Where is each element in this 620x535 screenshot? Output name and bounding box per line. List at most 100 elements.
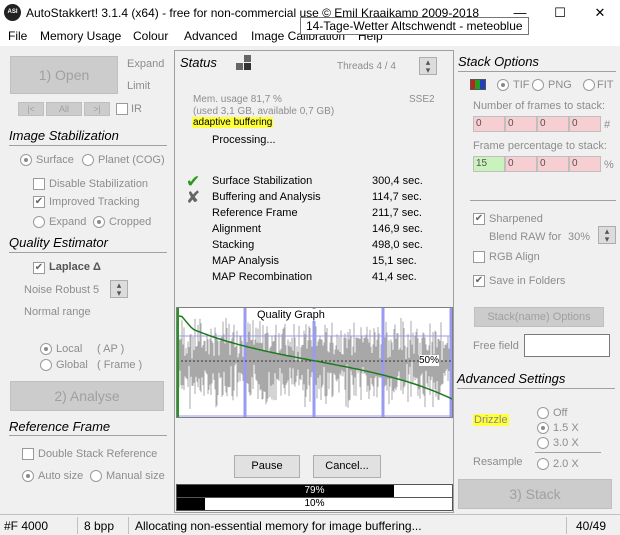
cropped-radio[interactable] — [93, 216, 105, 228]
drizzle-3x-radio[interactable] — [537, 437, 549, 449]
nav-first-button[interactable]: |< — [18, 102, 44, 116]
threads-stepper[interactable]: ▴ ▾ — [419, 57, 437, 75]
rgb-align-checkbox[interactable] — [473, 251, 485, 263]
free-field-input[interactable] — [524, 334, 610, 357]
bit-depth: 8 bpp — [84, 519, 115, 533]
noise-robust-value: 5 — [93, 284, 100, 296]
blend-raw-stepper[interactable]: ▴ ▾ — [598, 226, 616, 244]
frames-cell[interactable]: 0 — [537, 116, 569, 132]
ir-checkbox[interactable] — [116, 103, 128, 115]
planet-label: Planet (COG) — [98, 154, 165, 166]
frames-cell[interactable]: 0 — [473, 116, 505, 132]
progress-sub-label: 10% — [304, 498, 325, 509]
quality-graph-label: Quality Graph — [255, 309, 327, 321]
laplace-label: Laplace Δ — [49, 261, 101, 273]
expand-radio[interactable] — [33, 216, 45, 228]
save-folders-checkbox[interactable]: ✔ — [473, 275, 485, 287]
fit-label: FIT — [597, 79, 614, 91]
sharpened-checkbox[interactable]: ✔ — [473, 213, 485, 225]
percentage-unit: % — [604, 159, 614, 171]
close-button[interactable]: ✕ — [580, 0, 620, 26]
laplace-checkbox[interactable]: ✔ — [33, 262, 45, 274]
status-message: Allocating non-essential memory for imag… — [135, 519, 422, 533]
fit-radio[interactable] — [583, 79, 595, 91]
task-name: Surface Stabilization — [212, 175, 313, 187]
color-bars-icon — [470, 79, 486, 90]
resample-2x-label: 2.0 X — [553, 458, 579, 470]
improved-tracking-checkbox[interactable]: ✔ — [33, 196, 45, 208]
surface-label: Surface — [36, 154, 74, 166]
menu-colour[interactable]: Colour — [133, 29, 168, 43]
drizzle-off-radio[interactable] — [537, 407, 549, 419]
drizzle-3x-label: 3.0 X — [553, 437, 579, 449]
tif-radio[interactable] — [497, 79, 509, 91]
progress-main-label: 79% — [304, 485, 325, 496]
surface-radio[interactable] — [20, 154, 32, 166]
save-folders-label: Save in Folders — [489, 275, 566, 287]
menu-file[interactable]: File — [8, 29, 27, 43]
nav-all-button[interactable]: All — [46, 102, 82, 116]
expand-radio-label: Expand — [49, 216, 87, 228]
improved-tracking-label: Improved Tracking — [49, 196, 140, 208]
task-name: Alignment — [212, 223, 261, 235]
menu-advanced[interactable]: Advanced — [184, 29, 237, 43]
auto-size-radio[interactable] — [22, 470, 34, 482]
planet-radio[interactable] — [82, 154, 94, 166]
task-name: Reference Frame — [212, 207, 298, 219]
quality-graph: Quality Graph 50% — [176, 307, 453, 418]
disable-stabilization-checkbox[interactable] — [33, 178, 45, 190]
stack-name-options-button[interactable]: Stack(name) Options — [474, 307, 604, 327]
app-icon[interactable]: ASI — [4, 4, 21, 21]
stack-button[interactable]: 3) Stack — [458, 479, 612, 509]
double-stack-checkbox[interactable] — [22, 448, 34, 460]
analyse-button[interactable]: 2) Analyse — [10, 381, 164, 411]
pause-button[interactable]: Pause — [234, 455, 300, 478]
manual-size-radio[interactable] — [90, 470, 102, 482]
reference-frame-title: Reference Frame — [9, 419, 111, 434]
drizzle-1-5x-radio[interactable] — [537, 422, 549, 434]
adaptive-buffering-badge: adaptive buffering — [192, 117, 274, 128]
tif-label: TIF — [513, 79, 530, 91]
running-icon: ✘ — [186, 188, 201, 207]
resample-2x-radio[interactable] — [537, 458, 549, 470]
processing-label: Processing... — [212, 134, 276, 146]
percentage-cell[interactable]: 0 — [505, 156, 537, 172]
sharpened-label: Sharpened — [489, 213, 543, 225]
divider — [470, 200, 616, 201]
local-radio[interactable] — [40, 343, 52, 355]
percentage-cell[interactable]: 0 — [569, 156, 601, 172]
maximize-button[interactable]: ☐ — [540, 0, 580, 26]
status-bar: #F 4000 8 bpp Allocating non-essential m… — [0, 514, 620, 535]
png-radio[interactable] — [532, 79, 544, 91]
frames-cell[interactable]: 0 — [505, 116, 537, 132]
frames-unit: # — [604, 119, 611, 131]
task-time: 114,7 sec. — [372, 191, 422, 203]
drizzle-off-label: Off — [553, 407, 568, 419]
percentage-cell[interactable]: 15 — [473, 156, 505, 172]
frame-count: #F 4000 — [4, 519, 49, 533]
divider — [9, 145, 167, 146]
task-time: 498,0 sec. — [372, 239, 423, 251]
mem-usage-label: Mem. usage 81,7 % — [193, 94, 282, 105]
sse-label: SSE2 — [409, 94, 435, 105]
menu-memory-usage[interactable]: Memory Usage — [40, 29, 121, 43]
rgb-align-label: RGB Align — [489, 251, 540, 263]
open-button[interactable]: 1) Open — [10, 56, 118, 94]
local-label: Local — [56, 343, 83, 355]
progress-bar-sub: 10% — [176, 497, 453, 511]
drizzle-label: Drizzle — [473, 414, 509, 426]
resample-label: Resample — [473, 456, 523, 468]
global-frame-label: ( Frame ) — [97, 359, 143, 371]
percentage-cell[interactable]: 0 — [537, 156, 569, 172]
cancel-button[interactable]: Cancel... — [313, 455, 381, 478]
noise-robust-stepper[interactable]: ▴ ▾ — [110, 280, 128, 298]
nav-last-button[interactable]: >| — [84, 102, 110, 116]
divider — [458, 71, 616, 72]
divider — [457, 388, 615, 389]
separator — [566, 517, 567, 534]
expand-label: Expand — [127, 58, 165, 70]
global-radio[interactable] — [40, 359, 52, 371]
blend-raw-value: 30% — [568, 231, 591, 243]
grid-icon — [236, 55, 252, 71]
frames-cell[interactable]: 0 — [569, 116, 601, 132]
